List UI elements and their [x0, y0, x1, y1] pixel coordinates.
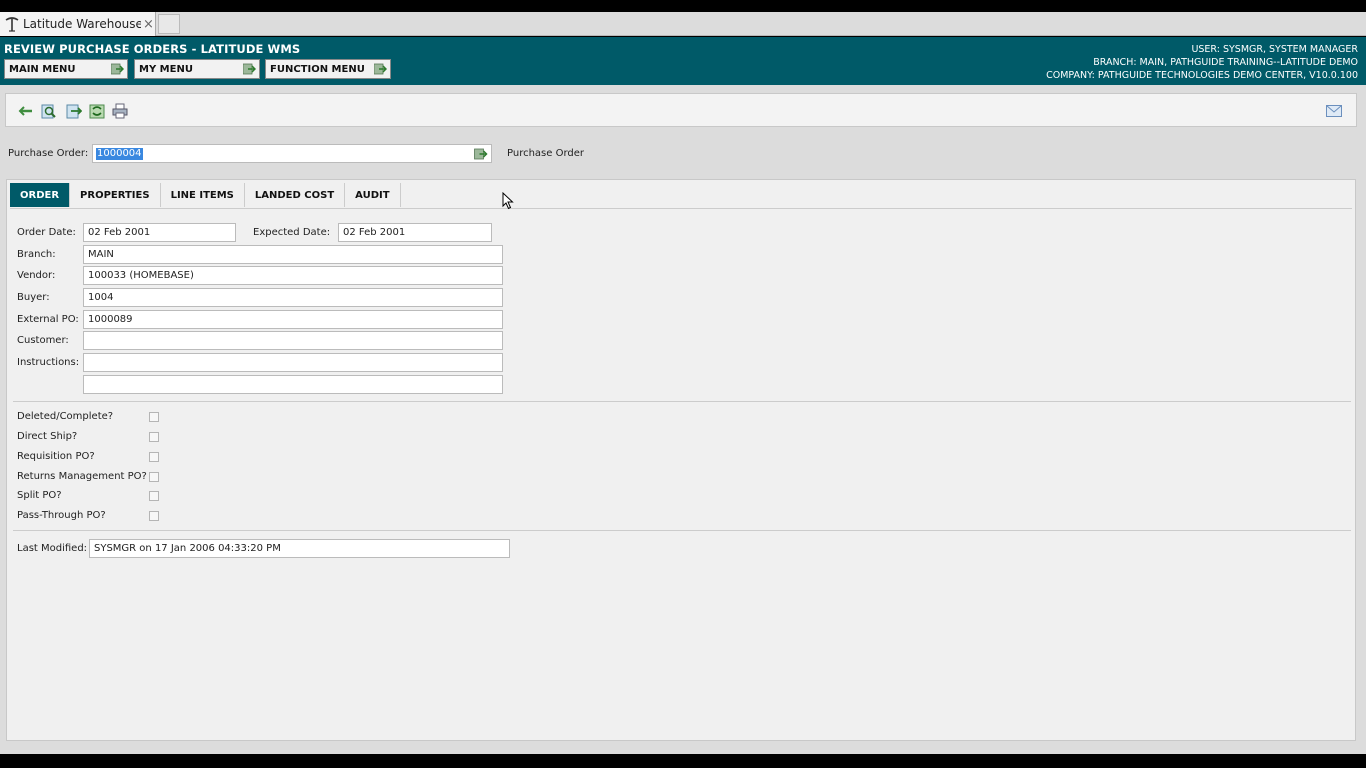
section-divider	[13, 401, 1351, 402]
browser-tab-title: Latitude Warehouse...	[23, 17, 141, 31]
toolbar	[5, 93, 1357, 127]
go-arrow-icon	[243, 63, 256, 75]
requisition-po-checkbox[interactable]	[149, 452, 159, 462]
tab-properties[interactable]: PROPERTIES	[70, 183, 161, 207]
app-window: REVIEW PURCHASE ORDERS - LATITUDE WMS US…	[0, 37, 1366, 754]
last-modified-field: SYSMGR on 17 Jan 2006 04:33:20 PM	[89, 539, 510, 558]
mail-icon[interactable]	[1326, 105, 1342, 117]
export-icon[interactable]	[66, 103, 82, 119]
split-po-checkbox[interactable]	[149, 491, 159, 501]
buyer-label: Buyer:	[17, 292, 50, 303]
purchase-order-input[interactable]: 1000004	[92, 144, 492, 163]
customer-field[interactable]	[83, 331, 503, 350]
buyer-field[interactable]: 1004	[83, 288, 503, 307]
function-menu-button[interactable]: FUNCTION MENU	[265, 59, 391, 79]
back-arrow-icon[interactable]	[18, 103, 34, 119]
latitude-logo-icon	[5, 17, 19, 32]
pass-through-po-checkbox[interactable]	[149, 511, 159, 521]
branch-label: Branch:	[17, 249, 56, 260]
order-date-label: Order Date:	[17, 227, 76, 238]
function-menu-label: FUNCTION MENU	[270, 63, 365, 75]
app-header: REVIEW PURCHASE ORDERS - LATITUDE WMS US…	[0, 37, 1366, 85]
close-tab-icon[interactable]: ×	[143, 17, 154, 32]
purchase-order-value: 1000004	[96, 148, 143, 160]
mouse-cursor-icon	[502, 192, 514, 210]
purchase-order-label: Purchase Order:	[8, 148, 89, 159]
deleted-complete-label: Deleted/Complete?	[17, 411, 114, 422]
last-modified-label: Last Modified:	[17, 543, 88, 554]
purchase-order-lookup: Purchase Order: 1000004 Purchase Order	[0, 141, 1366, 171]
direct-ship-label: Direct Ship?	[17, 431, 78, 442]
external-po-label: External PO:	[17, 314, 79, 325]
pass-through-po-label: Pass-Through PO?	[17, 510, 106, 521]
returns-management-po-label: Returns Management PO?	[17, 471, 147, 482]
instructions-field-1[interactable]	[83, 353, 503, 372]
user-info: USER: SYSMGR, SYSTEM MANAGER BRANCH: MAI…	[1046, 43, 1358, 82]
tab-line-items[interactable]: LINE ITEMS	[161, 183, 245, 207]
returns-management-po-checkbox[interactable]	[149, 472, 159, 482]
go-arrow-icon	[111, 63, 124, 75]
vendor-label: Vendor:	[17, 270, 56, 281]
browser-tab[interactable]: Latitude Warehouse... ×	[0, 12, 156, 36]
page-title: REVIEW PURCHASE ORDERS - LATITUDE WMS	[4, 42, 301, 56]
expected-date-label: Expected Date:	[253, 227, 331, 238]
company-text: COMPANY: PATHGUIDE TECHNOLOGIES DEMO CEN…	[1046, 70, 1358, 81]
deleted-complete-checkbox[interactable]	[149, 412, 159, 422]
main-menu-button[interactable]: MAIN MENU	[4, 59, 128, 79]
new-tab-button[interactable]	[158, 14, 180, 34]
main-menu-label: MAIN MENU	[9, 63, 76, 75]
print-icon[interactable]	[112, 103, 128, 119]
my-menu-label: MY MENU	[139, 63, 193, 75]
tab-order[interactable]: ORDER	[10, 183, 71, 207]
browser-tab-strip: Latitude Warehouse... ×	[0, 12, 1366, 36]
customer-label: Customer:	[17, 335, 69, 346]
branch-field[interactable]: MAIN	[83, 245, 503, 264]
instructions-field-2[interactable]	[83, 375, 503, 394]
go-arrow-icon	[374, 63, 387, 75]
tab-divider	[10, 208, 1352, 209]
tab-bar: ORDER PROPERTIES LINE ITEMS LANDED COST …	[10, 183, 401, 207]
vendor-field[interactable]: 100033 (HOMEBASE)	[83, 266, 503, 285]
split-po-label: Split PO?	[17, 490, 62, 501]
external-po-field[interactable]: 1000089	[83, 310, 503, 329]
tab-audit[interactable]: AUDIT	[345, 183, 401, 207]
purchase-order-description: Purchase Order	[507, 148, 585, 159]
find-icon[interactable]	[41, 103, 57, 119]
order-date-field[interactable]: 02 Feb 2001	[83, 223, 236, 242]
requisition-po-label: Requisition PO?	[17, 451, 95, 462]
screen: Latitude Warehouse... × REVIEW PURCHASE …	[0, 0, 1366, 768]
direct-ship-checkbox[interactable]	[149, 432, 159, 442]
my-menu-button[interactable]: MY MENU	[134, 59, 260, 79]
go-arrow-icon[interactable]	[474, 148, 488, 160]
section-divider	[13, 530, 1351, 531]
tab-landed-cost[interactable]: LANDED COST	[245, 183, 346, 207]
instructions-label: Instructions:	[17, 357, 80, 368]
user-text: USER: SYSMGR, SYSTEM MANAGER	[1191, 44, 1358, 55]
branch-text: BRANCH: MAIN, PATHGUIDE TRAINING--LATITU…	[1093, 57, 1358, 68]
refresh-icon[interactable]	[89, 103, 105, 119]
order-panel: ORDER PROPERTIES LINE ITEMS LANDED COST …	[6, 179, 1356, 741]
expected-date-field[interactable]: 02 Feb 2001	[338, 223, 492, 242]
